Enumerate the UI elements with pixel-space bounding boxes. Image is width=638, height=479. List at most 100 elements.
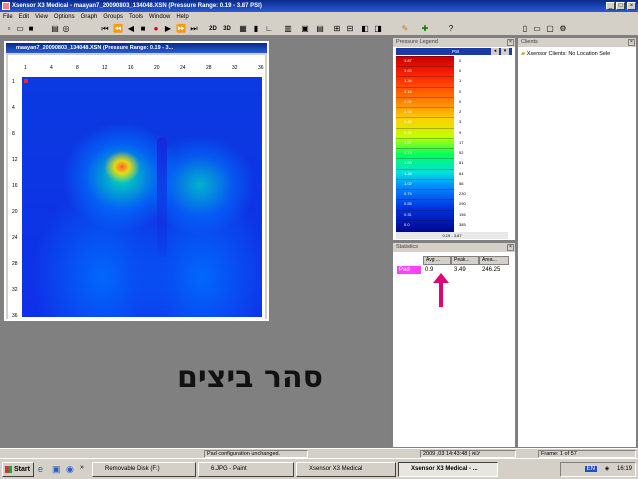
select-icon[interactable]: ⊞ (332, 24, 342, 34)
close-button[interactable]: × (627, 2, 636, 10)
statistics-panel: Statistics × Avg ... Peak... Area... Pad… (392, 242, 516, 448)
map-canvas-area: 1 4 8 12 16 20 24 28 32 36 1 4 8 12 16 20 24 28 32 36 (8, 55, 265, 319)
legend-dropdown-icon[interactable]: ▾ (501, 48, 509, 55)
step-back-icon[interactable]: ◀ (126, 24, 136, 34)
pen-icon[interactable]: ✎ (400, 24, 410, 34)
task-removable-disk[interactable]: Removable Disk (F:) (92, 462, 196, 477)
print-icon[interactable]: ▤ (50, 24, 60, 34)
window-title: Xsensor X3 Medical - maayan7_20090803_13… (12, 3, 262, 9)
legend-level-value: 1.73 (404, 150, 412, 156)
menu-tools[interactable]: Tools (126, 12, 146, 22)
task-paint[interactable]: 6.JPG - Paint (198, 462, 294, 477)
main-title-bar[interactable]: Xsensor X3 Medical - maayan7_20090803_13… (0, 0, 638, 12)
legend-panel-title: Pressure Legend (393, 38, 515, 47)
pad-row-label[interactable]: Pad (397, 266, 421, 274)
settings-icon[interactable]: ⚙ (558, 24, 568, 34)
menu-edit[interactable]: Edit (16, 12, 32, 22)
menu-options[interactable]: Options (51, 12, 78, 22)
panel-icon[interactable]: ▭ (532, 24, 542, 34)
col-avg-header[interactable]: Avg ... (423, 256, 451, 265)
legend-count-value: 2 (459, 109, 462, 115)
prev-frame-icon[interactable]: ⏪ (113, 24, 123, 34)
statistics-close-icon[interactable]: × (507, 244, 514, 251)
toolbar: ▫ ▭ ■ ▤ ◎ ⏮ ⏪ ◀ ■ ● ▶ ⏩ ⏭ 2D 3D ▦ ▮ ∟ ▥ … (0, 22, 638, 36)
legend-count-value: 0 (459, 98, 462, 104)
arrows-icon[interactable]: ✚ (420, 24, 430, 34)
new-icon[interactable]: ▫ (4, 24, 14, 34)
maximize-button[interactable]: □ (616, 2, 625, 10)
menu-file[interactable]: File (0, 12, 16, 22)
window-icon[interactable]: ▢ (545, 24, 555, 34)
clients-close-icon[interactable]: × (628, 39, 635, 46)
map-window-title[interactable]: maayan7_20090803_134048.XSN (Pressure Ra… (6, 43, 267, 53)
legend-level-value: 2.68 (404, 109, 412, 115)
pressure-map-window[interactable]: maayan7_20090803_134048.XSN (Pressure Ra… (4, 41, 269, 321)
bar-graph-icon[interactable]: ▮ (251, 24, 261, 34)
cascade-icon[interactable]: ▤ (315, 24, 325, 34)
x-tick: 32 (232, 65, 238, 71)
legend-divider (396, 199, 454, 201)
y-tick: 28 (12, 261, 18, 267)
view-2d-button[interactable]: 2D (207, 24, 219, 34)
clients-tree-item[interactable]: ▰ Xsensor Clients: No Location Sele (521, 50, 635, 58)
legend-close-icon[interactable]: × (507, 39, 514, 46)
menu-window[interactable]: Window (146, 12, 173, 22)
legend-count-value: 1 (459, 78, 462, 84)
legend-range: 0.19 - 3.87 (442, 233, 462, 238)
record-icon[interactable]: ● (151, 24, 161, 34)
col-area-header[interactable]: Area... (479, 256, 509, 265)
start-button[interactable]: Start (2, 462, 34, 477)
menu-view[interactable]: View (32, 12, 51, 22)
language-indicator[interactable]: EN (584, 466, 598, 472)
layout-icon[interactable]: ▥ (283, 24, 293, 34)
minimize-button[interactable]: _ (606, 2, 615, 10)
first-frame-icon[interactable]: ⏮ (100, 24, 110, 34)
last-frame-icon[interactable]: ⏭ (189, 24, 199, 34)
play-icon[interactable]: ▶ (163, 24, 173, 34)
windows-logo-icon (5, 466, 12, 473)
legend-level-value: 1.97 (404, 139, 412, 145)
sensor-icon[interactable]: ◨ (373, 24, 383, 34)
x-tick: 16 (128, 65, 134, 71)
windows-taskbar: Start e ▣ ◉ » Removable Disk (F:) 6.JPG … (0, 458, 638, 479)
quicklaunch-more-icon[interactable]: » (80, 464, 84, 471)
x-tick: 36 (258, 65, 264, 71)
legend-level-value: 3.16 (404, 88, 412, 94)
legend-count-value: 0 (459, 88, 462, 94)
quicklaunch-ie-icon[interactable]: e (38, 464, 43, 474)
zoom-icon[interactable]: ◎ (61, 24, 71, 34)
save-icon[interactable]: ■ (26, 24, 36, 34)
line-graph-icon[interactable]: ∟ (264, 24, 274, 34)
region-icon[interactable]: ⊟ (345, 24, 355, 34)
stop-icon[interactable]: ■ (138, 24, 148, 34)
quicklaunch-desktop-icon[interactable]: ▣ (52, 464, 61, 475)
menu-groups[interactable]: Groups (100, 12, 126, 22)
display-icon[interactable]: ▯ (520, 24, 530, 34)
next-frame-icon[interactable]: ⏩ (176, 24, 186, 34)
legend-unit: PSI (452, 49, 460, 54)
legend-count-value: 56 (459, 180, 464, 186)
quicklaunch-media-icon[interactable]: ◉ (66, 464, 74, 475)
volume-icon[interactable]: ◈ (605, 466, 610, 472)
open-icon[interactable]: ▭ (15, 24, 25, 34)
legend-divider (396, 137, 454, 139)
tile-icon[interactable]: ▣ (300, 24, 310, 34)
calibrate-icon[interactable]: ◧ (360, 24, 370, 34)
x-tick: 12 (102, 65, 108, 71)
task-xsensor-2[interactable]: Xsensor X3 Medical - ... (398, 462, 498, 477)
pressure-heatmap[interactable] (22, 77, 262, 317)
view-3d-button[interactable]: 3D (221, 24, 233, 34)
col-peak-header[interactable]: Peak... (451, 256, 479, 265)
legend-count-value: 81 (459, 160, 464, 166)
statistics-panel-title: Statistics (393, 243, 515, 252)
legend-options-icon[interactable]: ◂ (491, 48, 499, 55)
legend-level-value: 3.65 (404, 68, 412, 74)
help-icon[interactable]: ? (446, 24, 456, 34)
legend-divider (396, 219, 454, 221)
legend-count-value: 0 (459, 58, 462, 63)
menu-graph[interactable]: Graph (78, 12, 101, 22)
task-xsensor-1[interactable]: Xsensor X3 Medical (296, 462, 396, 477)
pad-area-value: 246.25 (482, 267, 501, 273)
grid-icon[interactable]: ▦ (238, 24, 248, 34)
menu-help[interactable]: Help (173, 12, 191, 22)
